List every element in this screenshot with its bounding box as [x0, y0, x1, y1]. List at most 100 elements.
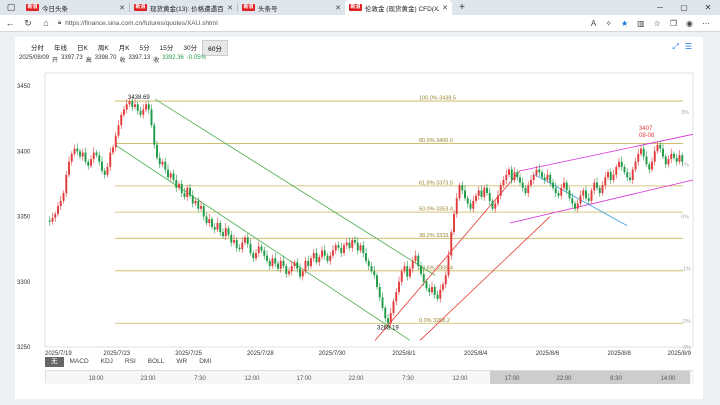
candle-body	[183, 193, 186, 197]
navigator-time-label: 12:00	[452, 376, 468, 382]
candle-body	[142, 109, 145, 115]
close-tab-icon[interactable]: ✕	[442, 4, 448, 12]
candle-body	[87, 161, 90, 166]
candle-body	[582, 190, 585, 196]
refresh-icon[interactable]: ↻	[22, 18, 34, 29]
candle-body	[288, 271, 290, 274]
candle-body	[571, 198, 574, 204]
candle-body	[246, 237, 249, 244]
browser-tab[interactable]: 新浪 头条号 ✕	[238, 0, 345, 15]
x-tick-label: 2025/8/4	[464, 351, 488, 355]
fibonacci-level-label: 100.0% 3438.5	[419, 96, 456, 102]
time-navigator[interactable]: 18:00 23:00 7:30 12:00 17:00 22:00 7:30 12:00 17…	[45, 370, 694, 384]
candle-body	[249, 243, 252, 254]
browser-tab[interactable]: 新浪 现货黄金(13): 价格遭遇百年? ✕	[130, 0, 237, 15]
candle-body	[156, 144, 158, 158]
candle-body	[147, 104, 150, 110]
candle-body	[219, 223, 222, 233]
indicator-tab[interactable]: DMI	[193, 357, 217, 367]
profile-icon[interactable]: ◉	[686, 19, 693, 28]
candle-body	[260, 246, 263, 251]
x-tick-label: 2025/8/9	[668, 351, 692, 355]
candle-body	[117, 125, 120, 136]
candle-body	[461, 185, 464, 191]
maximize-icon[interactable]: ▢	[672, 0, 696, 15]
candle-body	[642, 148, 645, 157]
candle-body	[538, 169, 541, 173]
home-icon[interactable]: ⌂	[40, 18, 52, 28]
close-tab-icon[interactable]: ✕	[335, 4, 341, 12]
candle-body	[576, 203, 579, 209]
candle-body	[557, 193, 560, 196]
candle-body	[70, 153, 73, 162]
candle-body	[513, 172, 516, 180]
collections-icon[interactable]: ❐	[670, 19, 677, 28]
candle-body	[645, 156, 648, 165]
percent-tick-label: 3%	[681, 110, 689, 116]
indicator-tab[interactable]: MACD	[64, 357, 95, 367]
back-icon[interactable]: ←	[4, 18, 16, 28]
chart-panel: 分时 年线 日K 周K 月K 5分 15分 30分 60分 ⤢ ☰ 2025/0…	[15, 37, 703, 399]
candle-body	[222, 232, 224, 237]
candle-body	[392, 301, 395, 314]
candle-body	[607, 172, 609, 178]
candle-body	[54, 213, 57, 218]
candle-body	[381, 297, 384, 308]
candle-body	[134, 104, 136, 107]
window-menu-icon[interactable]: ▢	[0, 0, 22, 15]
candle-body	[535, 169, 538, 175]
candle-body	[433, 286, 436, 295]
downtrend-channel-lower	[114, 144, 411, 341]
reader-mode-icon[interactable]: A	[591, 19, 596, 28]
candle-body	[516, 172, 519, 178]
candle-body	[411, 260, 414, 269]
browser-tab-active[interactable]: 新浪 伦敦金 (现货黄金) CFD(XAU)实 ✕	[345, 0, 452, 15]
close-tab-icon[interactable]: ✕	[119, 4, 125, 12]
favorites-icon[interactable]: ☆	[654, 19, 661, 28]
candle-body	[290, 266, 293, 272]
browser-tab[interactable]: 新浪 今日头条 ✕	[22, 0, 129, 15]
candle-body	[552, 182, 554, 188]
candle-body	[266, 255, 268, 261]
y-tick-label: 3450	[17, 84, 31, 90]
minimize-icon[interactable]: ─	[648, 0, 672, 15]
price-chart[interactable]: 325033003350340034503%1%0%-1%-2%-3%2025/…	[15, 37, 703, 355]
split-screen-icon[interactable]: ▥	[637, 19, 645, 28]
indicator-tab[interactable]: RSI	[119, 357, 142, 367]
candle-body	[227, 228, 230, 235]
candle-body	[68, 161, 70, 175]
tab-title: 头条号	[258, 5, 278, 13]
indicator-tab[interactable]: KDJ	[95, 357, 119, 367]
candle-body	[128, 101, 131, 105]
candle-body	[422, 273, 425, 282]
new-tab-icon[interactable]: +	[452, 0, 472, 15]
candle-body	[659, 144, 662, 149]
favorite-star-icon[interactable]: ★	[621, 19, 628, 28]
sina-favicon-icon: 新浪	[134, 4, 147, 11]
candle-body	[175, 179, 178, 188]
more-menu-icon[interactable]: ⋯	[702, 19, 710, 28]
extensions-icon[interactable]: ✧	[605, 19, 612, 28]
candle-body	[139, 110, 142, 115]
candle-body	[387, 318, 389, 324]
candle-body	[351, 240, 354, 248]
close-tab-icon[interactable]: ✕	[227, 4, 233, 12]
indicator-tab[interactable]: WR	[170, 357, 193, 367]
candle-body	[499, 185, 502, 196]
candle-body	[640, 148, 642, 154]
candle-body	[208, 219, 211, 224]
indicator-tab-active[interactable]: 无	[45, 357, 64, 367]
close-window-icon[interactable]: ✕	[696, 0, 720, 15]
candle-body	[337, 245, 340, 248]
candle-body	[90, 159, 92, 166]
candle-body	[475, 195, 477, 201]
candle-body	[510, 169, 513, 180]
candle-body	[502, 179, 505, 186]
url-field[interactable]: 🔒︎ https://finance.sina.com.cn/futures/q…	[58, 17, 585, 29]
candle-body	[563, 182, 565, 188]
candle-body	[604, 177, 607, 186]
candle-body	[521, 182, 524, 188]
indicator-tab[interactable]: BOLL	[142, 357, 171, 367]
candle-body	[609, 172, 612, 180]
candle-body	[579, 195, 582, 204]
